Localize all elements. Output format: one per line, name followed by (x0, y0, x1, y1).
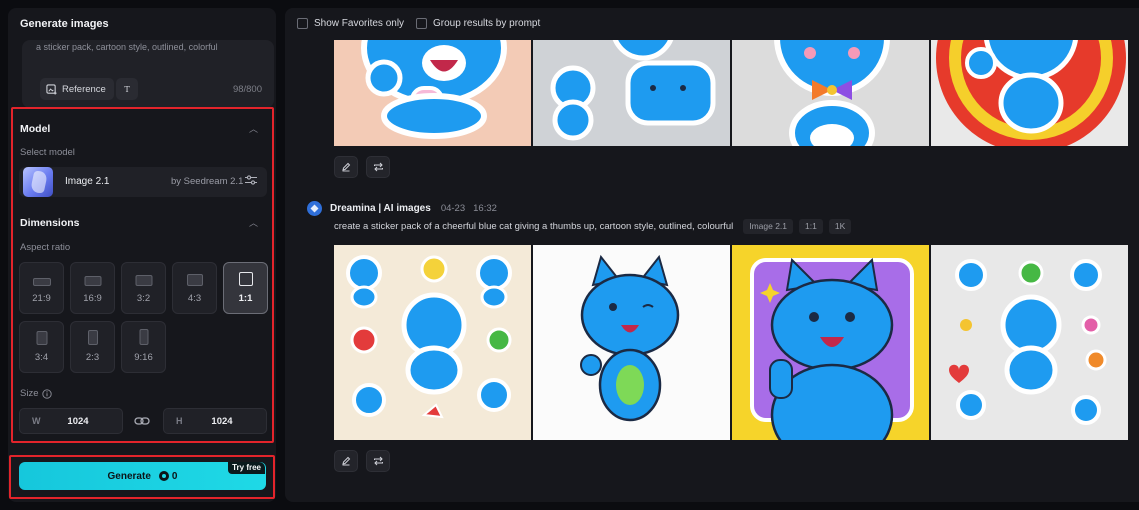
entry-author: Dreamina | AI images (330, 202, 431, 214)
tag-ratio: 1:1 (799, 218, 823, 234)
edit-button[interactable] (334, 450, 358, 472)
ratio-1-1[interactable]: 1:1 (223, 262, 268, 314)
edit-button[interactable] (334, 156, 358, 178)
ratio-label: 3:2 (136, 293, 151, 304)
text-tool-icon: T (124, 84, 130, 94)
generate-button[interactable]: Generate 0 Try free (19, 462, 266, 490)
generate-label: Generate (107, 470, 151, 482)
ratio-label: 1:1 (238, 293, 253, 304)
info-icon[interactable] (42, 388, 53, 399)
ratio-label: 9:16 (134, 352, 153, 363)
model-name: Image 2.1 (65, 176, 110, 187)
ratio-9-16[interactable]: 9:16 (121, 321, 166, 373)
sticker-pack-image (346, 255, 512, 419)
ratio-label: 16:9 (83, 293, 102, 304)
coin-icon (158, 471, 169, 481)
avatar (307, 200, 322, 216)
width-key: W (32, 416, 41, 426)
favorites-checkbox[interactable] (297, 18, 308, 29)
result-row-2 (334, 245, 1128, 440)
result-image[interactable] (732, 245, 929, 440)
generate-frame: Generate 0 Try free (9, 455, 275, 499)
tag-resolution: 1K (828, 218, 852, 234)
entry-prompt-row: create a sticker pack of a cheerful blue… (334, 218, 852, 234)
tag-model: Image 2.1 (743, 218, 794, 234)
result-image[interactable] (334, 245, 531, 440)
size-label: Size (20, 388, 39, 399)
ratio-16-9[interactable]: 16:9 (70, 262, 115, 314)
results-toolbar: Show Favorites only Group results by pro… (285, 8, 1139, 40)
result-image[interactable] (533, 245, 730, 440)
link-icon[interactable] (133, 414, 151, 428)
sliders-icon[interactable] (245, 175, 257, 188)
results-panel: Show Favorites only Group results by pro… (285, 8, 1139, 502)
reference-label: Reference (62, 83, 106, 95)
chevron-up-icon[interactable]: ︿ (249, 216, 258, 229)
ratio-4-3[interactable]: 4:3 (172, 262, 217, 314)
panel-title: Generate images (20, 18, 109, 30)
repeat-icon (373, 162, 383, 172)
sticker-cat-thumbs-image (580, 254, 680, 422)
image-plus-icon (46, 83, 57, 95)
width-field[interactable]: W 1024 (19, 408, 123, 434)
ratio-2-3[interactable]: 2:3 (70, 321, 115, 373)
pencil-icon (342, 456, 351, 466)
dimensions-title: Dimensions (20, 217, 80, 229)
model-title: Model (20, 123, 51, 135)
ratio-shape (135, 275, 152, 286)
entry-prompt[interactable]: create a sticker pack of a cheerful blue… (334, 221, 733, 232)
prompt-box[interactable]: a sticker pack, cartoon style, outlined,… (22, 40, 274, 108)
favorites-label: Show Favorites only (314, 18, 405, 29)
result-image[interactable] (931, 245, 1128, 440)
ratio-shape (36, 331, 47, 345)
reference-button[interactable]: Reference (40, 78, 114, 100)
ratio-shape (186, 274, 203, 286)
size-label-row: Size (20, 388, 53, 399)
ratio-label: 4:3 (187, 293, 202, 304)
credit-value: 0 (171, 470, 178, 482)
sticker-sheet-2-image (949, 259, 1107, 425)
model-provider: by Seedream 2.1 (171, 176, 244, 187)
ratio-shape (238, 272, 253, 286)
height-value[interactable]: 1024 (200, 416, 244, 427)
ratio-3-2[interactable]: 3:2 (121, 262, 166, 314)
entry-time: 16:32 (473, 202, 497, 214)
regenerate-button[interactable] (366, 156, 390, 178)
settings-section: Model ︿ Select model Image 2.1 by Seedre… (11, 107, 274, 443)
ratio-shape (84, 276, 101, 286)
regenerate-button[interactable] (366, 450, 390, 472)
select-model-label: Select model (20, 147, 75, 158)
sticker-cat-purple-image (750, 257, 914, 440)
ratio-label: 2:3 (85, 352, 100, 363)
group-filter[interactable]: Group results by prompt (416, 18, 540, 29)
char-counter: 98/800 (232, 84, 262, 95)
height-field[interactable]: H 1024 (163, 408, 267, 434)
group-checkbox[interactable] (416, 18, 427, 29)
width-value[interactable]: 1024 (56, 416, 100, 427)
credit-count: 0 (158, 470, 178, 482)
app-root: Generate images a sticker pack, cartoon … (0, 0, 1139, 510)
model-selector[interactable]: Image 2.1 by Seedream 2.1 (19, 167, 267, 197)
ratio-shape (139, 329, 148, 345)
entry-header: Dreamina | AI images 04-23 16:32 (307, 200, 497, 216)
prompt-text[interactable]: a sticker pack, cartoon style, outlined,… (36, 42, 262, 52)
ratio-3-4[interactable]: 3:4 (19, 321, 64, 373)
model-thumbnail (23, 167, 53, 197)
favorites-filter[interactable]: Show Favorites only (297, 18, 404, 29)
size-row: W 1024 H 1024 (19, 408, 267, 434)
entry-date: 04-23 (440, 202, 466, 214)
ratio-shape (32, 278, 51, 286)
height-key: H (176, 416, 183, 426)
pencil-icon (342, 162, 351, 172)
ratio-label: 3:4 (34, 352, 49, 363)
text-tool-button[interactable]: T (116, 78, 138, 100)
ratio-label: 21:9 (32, 293, 51, 304)
try-free-badge: Try free (228, 462, 265, 474)
ratio-21-9[interactable]: 21:9 (19, 262, 64, 314)
chevron-up-icon[interactable]: ︿ (249, 122, 258, 135)
group-label: Group results by prompt (433, 18, 541, 29)
aspect-ratio-label: Aspect ratio (20, 242, 71, 253)
ratio-shape (87, 330, 98, 345)
repeat-icon (373, 456, 383, 466)
